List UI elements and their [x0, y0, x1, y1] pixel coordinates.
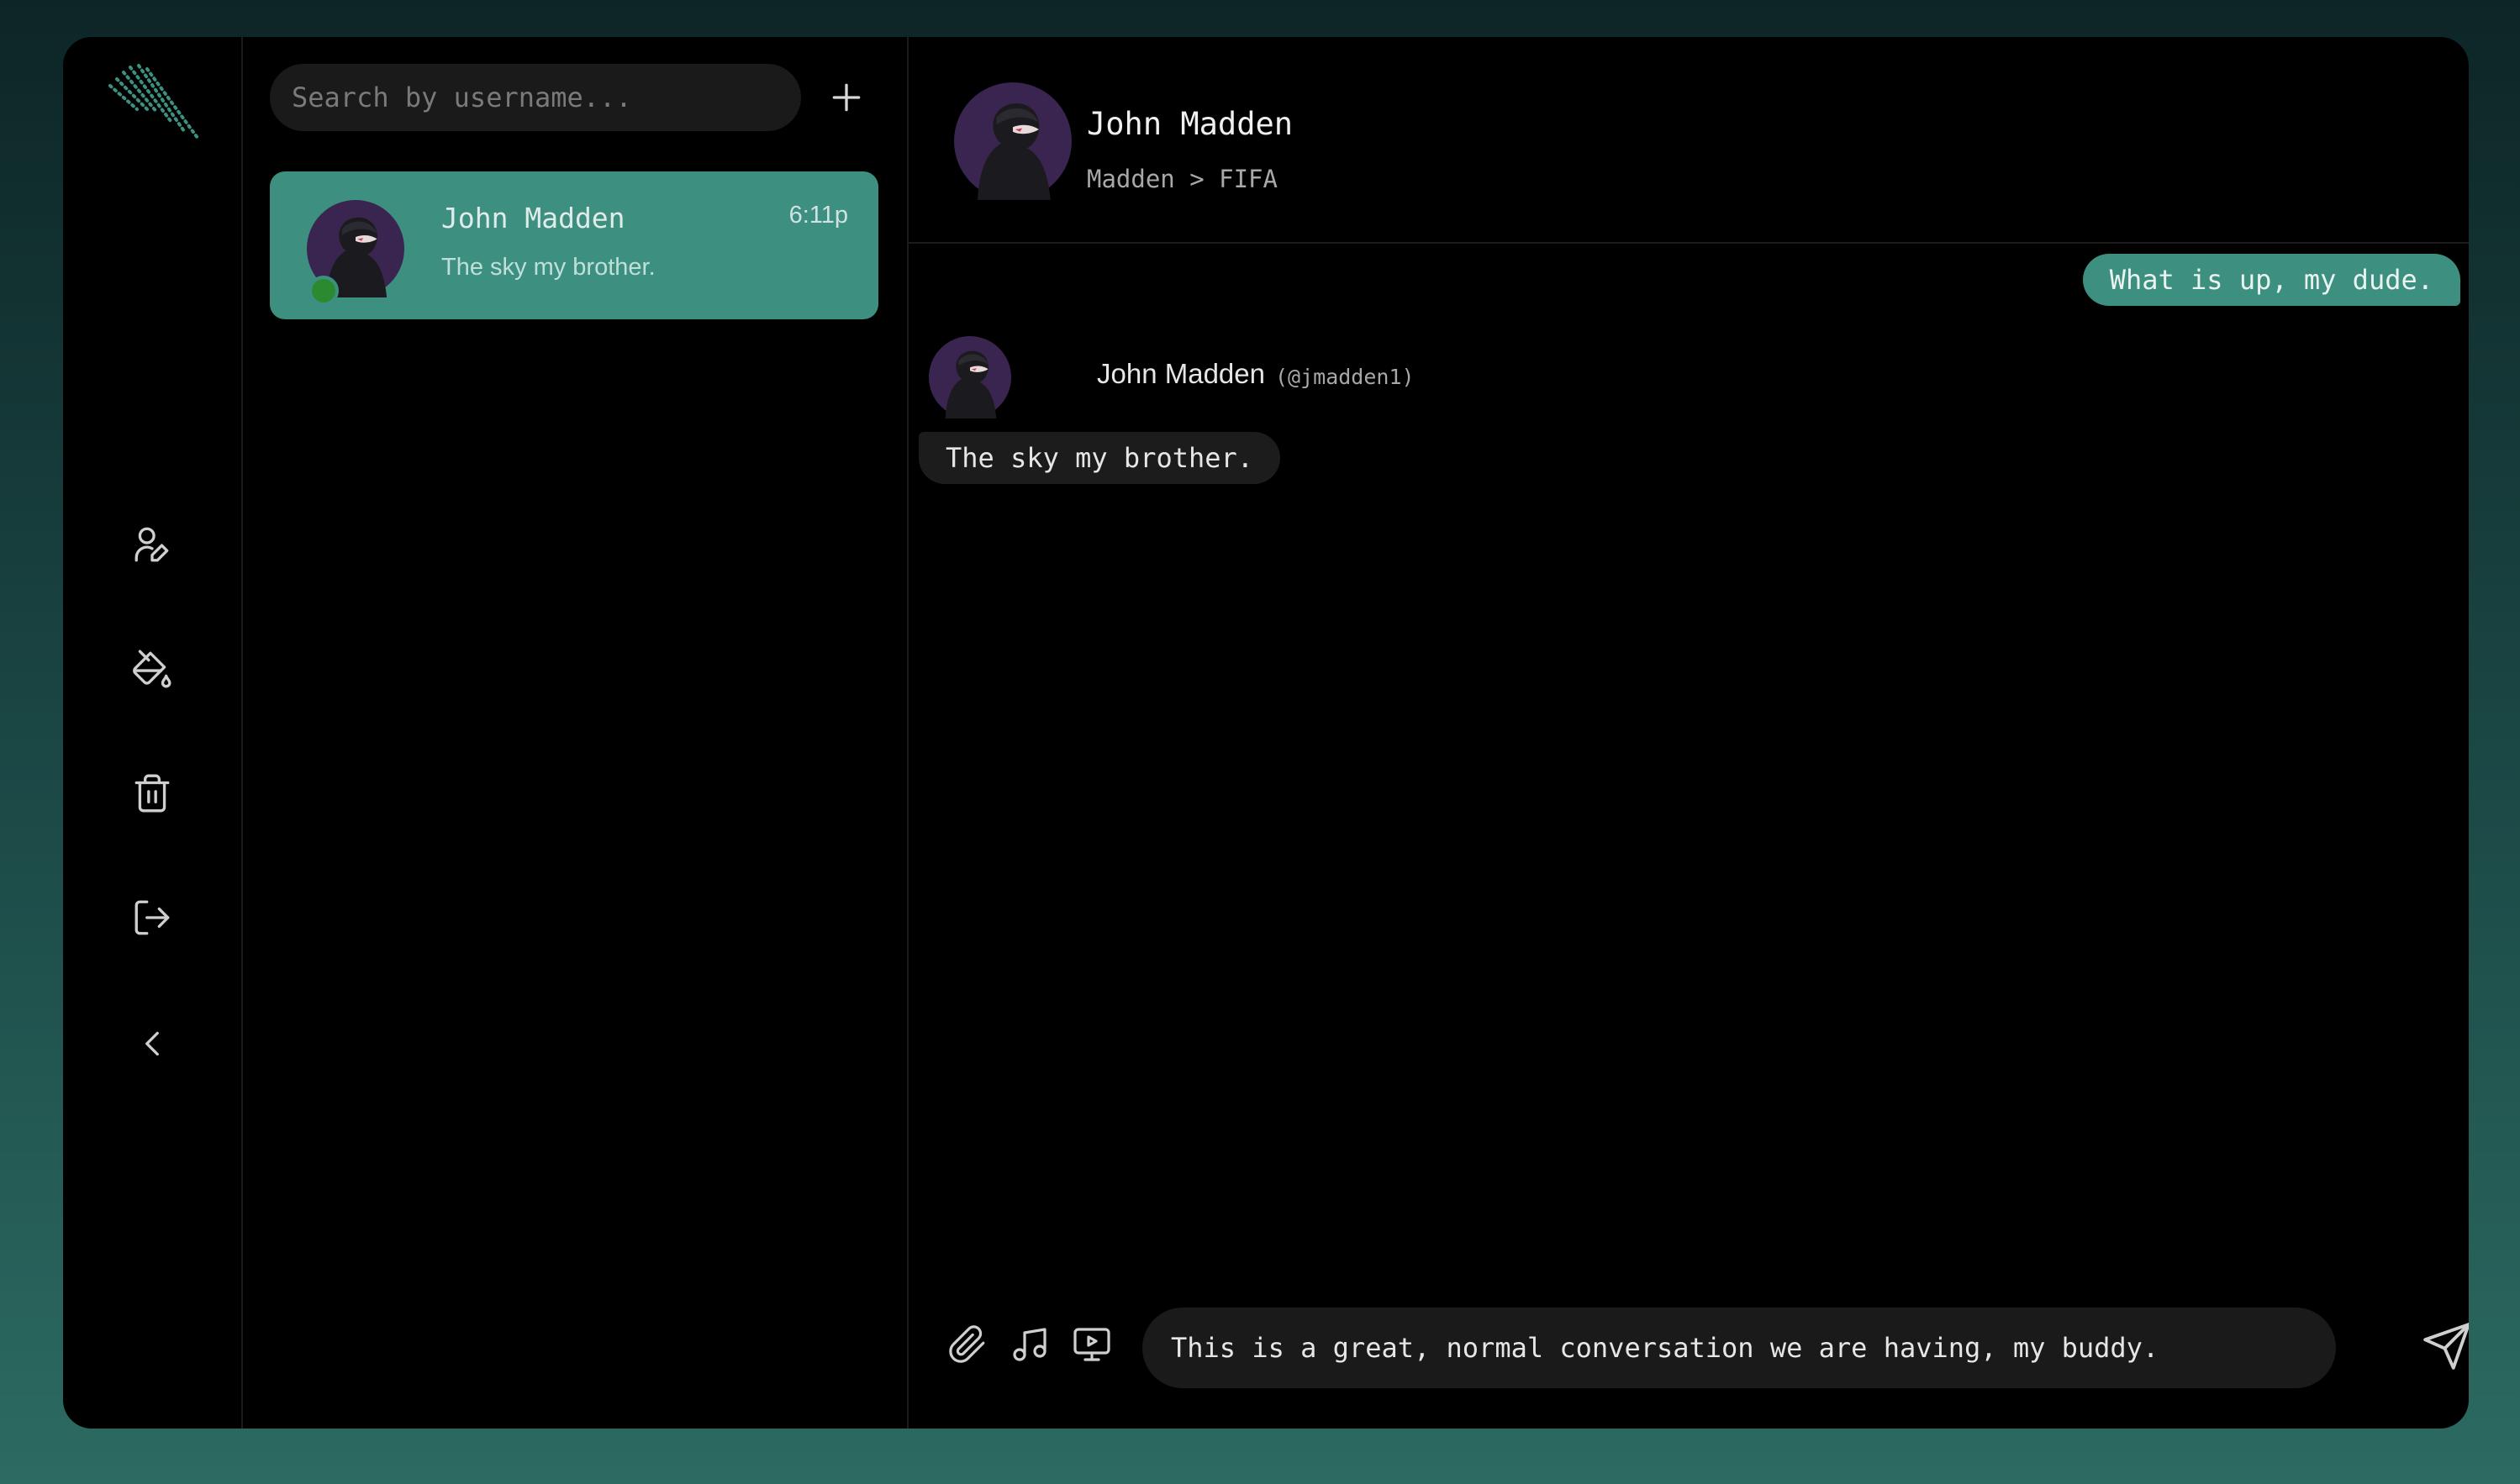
video-button[interactable]	[1065, 1318, 1119, 1371]
conversation-name: John Madden	[441, 202, 625, 234]
contact-name: John Madden	[1087, 106, 1294, 142]
screen-share-icon	[1073, 1328, 1110, 1361]
sender-name: John Madden	[1097, 358, 1265, 389]
chat-header: John Madden Madden > FIFA	[909, 37, 2469, 244]
delete-button[interactable]	[122, 763, 182, 824]
sender-avatar	[929, 336, 1011, 418]
logout-icon	[134, 900, 170, 935]
send-button[interactable]	[2413, 1313, 2469, 1380]
paint-bucket-icon	[133, 650, 171, 688]
app-window: John Madden 6:11p The sky my brother. Jo…	[63, 37, 2469, 1429]
paperclip-icon	[949, 1325, 985, 1363]
music-icon	[1013, 1328, 1046, 1361]
attach-button[interactable]	[941, 1318, 994, 1371]
message-input[interactable]	[1169, 1331, 2309, 1365]
edit-profile-button[interactable]	[122, 514, 182, 575]
audio-button[interactable]	[1003, 1318, 1057, 1371]
conversation-time: 6:11p	[788, 202, 848, 229]
search-input[interactable]	[290, 81, 781, 114]
contact-avatar[interactable]	[954, 82, 1072, 200]
chat-panel: John Madden Madden > FIFA What is up, my…	[909, 37, 2469, 1429]
trash-icon	[134, 774, 170, 813]
message-composer	[909, 1260, 2469, 1429]
chevron-left-icon	[145, 1031, 159, 1056]
outgoing-message: What is up, my dude.	[2082, 254, 2460, 306]
logout-button[interactable]	[122, 887, 182, 948]
send-icon	[2423, 1323, 2469, 1370]
edit-profile-icon	[134, 527, 169, 562]
icon-rail	[63, 37, 243, 1429]
online-status-indicator	[308, 276, 339, 306]
collapse-button[interactable]	[122, 1013, 182, 1074]
contact-status: Madden > FIFA	[1087, 165, 1278, 193]
theme-button[interactable]	[122, 639, 182, 699]
conversation-list-panel: John Madden 6:11p The sky my brother.	[243, 37, 909, 1429]
conversation-preview: The sky my brother.	[441, 254, 656, 281]
sender-handle: (@jmadden1)	[1275, 365, 1415, 389]
logo-icon	[103, 61, 204, 153]
conversation-item[interactable]: John Madden 6:11p The sky my brother.	[270, 171, 878, 319]
new-conversation-button[interactable]	[816, 67, 877, 128]
message-input-box	[1142, 1308, 2336, 1388]
search-box	[270, 64, 801, 131]
plus-icon	[832, 83, 861, 112]
incoming-message: The sky my brother.	[919, 432, 1281, 484]
